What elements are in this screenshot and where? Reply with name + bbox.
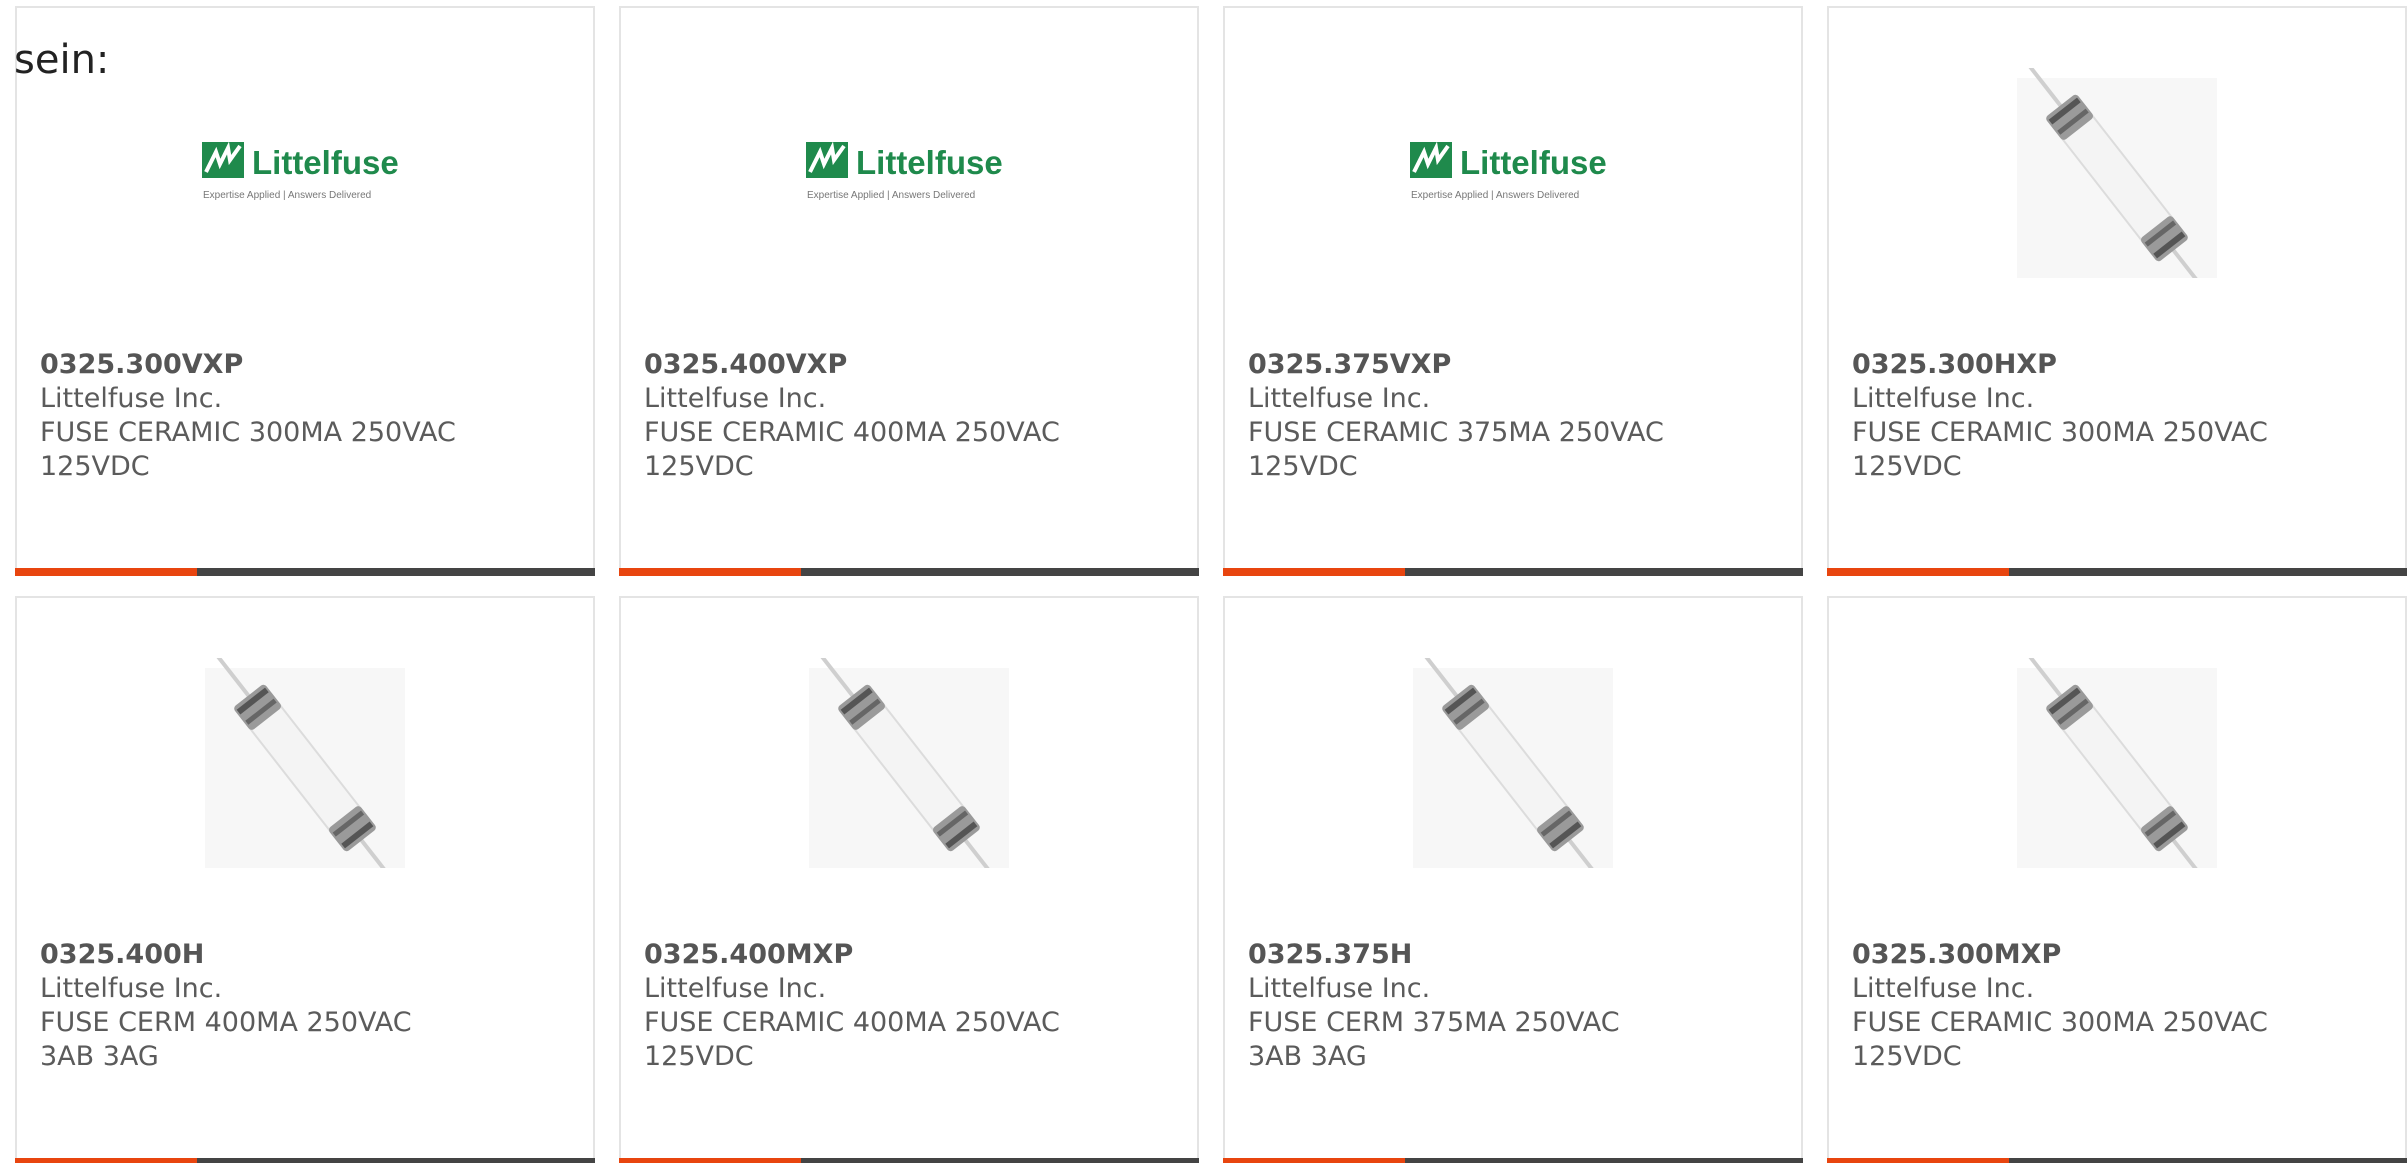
description: FUSE CERAMIC 300MA 250VAC 125VDC — [40, 417, 456, 482]
description: FUSE CERAMIC 400MA 250VAC 125VDC — [644, 417, 1060, 482]
logo-tagline: Expertise Applied | Answers Delivered — [1411, 190, 1579, 201]
product-info: 0325.400MXP Littelfuse Inc. FUSE CERAMIC… — [644, 938, 1177, 1074]
littelfuse-logo: Littelfuse Expertise Applied | Answers De… — [1410, 141, 1607, 201]
product-image — [17, 658, 593, 868]
description: FUSE CERAMIC 300MA 250VAC 125VDC — [1852, 417, 2268, 482]
fuse-image — [1413, 658, 1613, 868]
product-info: 0325.400VXP Littelfuse Inc. FUSE CERAMIC… — [644, 348, 1177, 484]
description: FUSE CERAMIC 400MA 250VAC 125VDC — [644, 1007, 1060, 1072]
product-card[interactable]: Littelfuse Expertise Applied | Answers De… — [619, 6, 1199, 576]
logo-tagline: Expertise Applied | Answers Delivered — [807, 190, 975, 201]
product-info: 0325.300VXP Littelfuse Inc. FUSE CERAMIC… — [40, 348, 573, 484]
part-number[interactable]: 0325.300VXP — [40, 348, 573, 382]
product-info: 0325.400H Littelfuse Inc. FUSE CERM 400M… — [40, 938, 573, 1074]
logo-tagline: Expertise Applied | Answers Delivered — [203, 190, 371, 201]
manufacturer: Littelfuse Inc. — [1852, 973, 2035, 1004]
manufacturer: Littelfuse Inc. — [644, 973, 827, 1004]
product-image — [1829, 658, 2405, 868]
product-info: 0325.300HXP Littelfuse Inc. FUSE CERAMIC… — [1852, 348, 2385, 484]
product-info: 0325.300MXP Littelfuse Inc. FUSE CERAMIC… — [1852, 938, 2385, 1074]
manufacturer: Littelfuse Inc. — [1852, 383, 2035, 414]
manufacturer: Littelfuse Inc. — [40, 383, 223, 414]
card-accent-bar — [15, 1158, 595, 1163]
product-card[interactable]: 0325.400MXP Littelfuse Inc. FUSE CERAMIC… — [619, 596, 1199, 1163]
logo-wordmark: Littelfuse — [252, 144, 399, 181]
description: FUSE CERAMIC 300MA 250VAC 125VDC — [1852, 1007, 2268, 1072]
part-number[interactable]: 0325.400VXP — [644, 348, 1177, 382]
description: FUSE CERM 400MA 250VAC 3AB 3AG — [40, 1007, 412, 1072]
manufacturer: Littelfuse Inc. — [40, 973, 223, 1004]
product-card[interactable]: 0325.300MXP Littelfuse Inc. FUSE CERAMIC… — [1827, 596, 2407, 1163]
product-image: Littelfuse Expertise Applied | Answers De… — [1225, 68, 1801, 278]
product-card[interactable]: 0325.300HXP Littelfuse Inc. FUSE CERAMIC… — [1827, 6, 2407, 576]
product-image: Littelfuse Expertise Applied | Answers De… — [17, 68, 593, 278]
part-number[interactable]: 0325.300HXP — [1852, 348, 2385, 382]
littelfuse-logo: Littelfuse Expertise Applied | Answers De… — [806, 141, 1003, 201]
product-card[interactable]: 0325.375H Littelfuse Inc. FUSE CERM 375M… — [1223, 596, 1803, 1163]
product-image — [1225, 658, 1801, 868]
description: FUSE CERAMIC 375MA 250VAC 125VDC — [1248, 417, 1664, 482]
card-accent-bar — [1223, 1158, 1803, 1163]
manufacturer: Littelfuse Inc. — [644, 383, 827, 414]
product-image: Littelfuse Expertise Applied | Answers De… — [621, 68, 1197, 278]
card-accent-bar — [1827, 1158, 2407, 1163]
product-card[interactable]: Littelfuse Expertise Applied | Answers De… — [1223, 6, 1803, 576]
part-number[interactable]: 0325.400MXP — [644, 938, 1177, 972]
card-accent-bar — [619, 1158, 1199, 1163]
fuse-image — [2017, 658, 2217, 868]
product-info: 0325.375H Littelfuse Inc. FUSE CERM 375M… — [1248, 938, 1781, 1074]
logo-wordmark: Littelfuse — [856, 144, 1003, 181]
part-number[interactable]: 0325.300MXP — [1852, 938, 2385, 972]
littelfuse-logo: Littelfuse Expertise Applied | Answers De… — [202, 141, 399, 201]
product-card[interactable]: 0325.400H Littelfuse Inc. FUSE CERM 400M… — [15, 596, 595, 1163]
manufacturer: Littelfuse Inc. — [1248, 973, 1431, 1004]
product-grid-page: Littelfuse Expertise Applied | Answers De… — [0, 0, 2408, 1163]
product-image — [1829, 68, 2405, 278]
fuse-image — [205, 658, 405, 868]
fuse-image — [809, 658, 1009, 868]
part-number[interactable]: 0325.375VXP — [1248, 348, 1781, 382]
product-image — [621, 658, 1197, 868]
fuse-image — [2017, 68, 2217, 278]
card-accent-bar — [619, 568, 1199, 576]
part-number[interactable]: 0325.375H — [1248, 938, 1781, 972]
product-info: 0325.375VXP Littelfuse Inc. FUSE CERAMIC… — [1248, 348, 1781, 484]
card-accent-bar — [15, 568, 595, 576]
logo-wordmark: Littelfuse — [1460, 144, 1607, 181]
intro-text: sein: — [14, 37, 110, 83]
card-accent-bar — [1223, 568, 1803, 576]
product-grid: Littelfuse Expertise Applied | Answers De… — [15, 6, 2407, 1163]
product-card[interactable]: Littelfuse Expertise Applied | Answers De… — [15, 6, 595, 576]
part-number[interactable]: 0325.400H — [40, 938, 573, 972]
manufacturer: Littelfuse Inc. — [1248, 383, 1431, 414]
description: FUSE CERM 375MA 250VAC 3AB 3AG — [1248, 1007, 1620, 1072]
card-accent-bar — [1827, 568, 2407, 576]
